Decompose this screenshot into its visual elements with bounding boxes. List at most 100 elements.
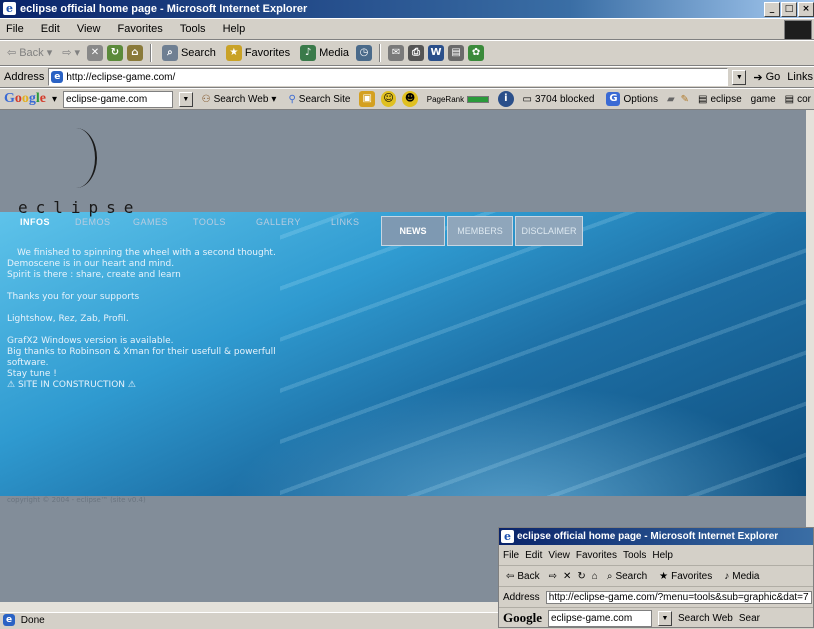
- menu-help[interactable]: Help: [652, 550, 673, 561]
- menu-file[interactable]: File: [503, 550, 519, 561]
- stop-icon[interactable]: ✕: [86, 45, 103, 61]
- nav-infos[interactable]: INFOS: [20, 217, 50, 227]
- close-button[interactable]: ×: [798, 2, 814, 17]
- search-site-button[interactable]: Sear: [739, 613, 760, 624]
- home-icon[interactable]: ⌂: [592, 571, 598, 582]
- pagerank-indicator: PageRank: [424, 95, 492, 104]
- minimize-button[interactable]: _: [764, 2, 780, 17]
- discuss-icon[interactable]: ▤: [448, 45, 465, 61]
- search-button[interactable]: ⌕ Search: [159, 41, 219, 65]
- google-query-dropdown[interactable]: ▼: [658, 610, 672, 626]
- back-label: Back: [517, 570, 540, 582]
- options-button[interactable]: G Options: [603, 92, 660, 106]
- toolbar-separator: [149, 44, 152, 62]
- tab-disclaimer[interactable]: DISCLAIMER: [515, 216, 583, 246]
- menu-tools[interactable]: Tools: [623, 550, 646, 561]
- second-browser-window[interactable]: e eclipse official home page - Microsoft…: [498, 527, 814, 628]
- media-button[interactable]: ♪ Media: [721, 571, 762, 582]
- refresh-icon[interactable]: ↻: [577, 571, 585, 582]
- tab-news[interactable]: NEWS: [381, 216, 445, 246]
- window-title: eclipse official home page - Microsoft I…: [20, 3, 308, 15]
- address-input[interactable]: e http://eclipse-game.com/: [48, 68, 729, 86]
- warning-icon: ⚠: [127, 380, 136, 390]
- maximize-button[interactable]: □: [781, 2, 797, 17]
- favorites-button[interactable]: ★ Favorites: [223, 41, 293, 65]
- nav-gallery[interactable]: GALLERY: [256, 217, 301, 227]
- binoculars-icon: ⚇: [201, 93, 211, 105]
- address-url[interactable]: http://eclipse-game.com/?menu=tools&sub=…: [545, 590, 812, 604]
- google-search-input[interactable]: eclipse-game.com: [548, 609, 652, 627]
- go-button[interactable]: ➔ Go: [750, 71, 783, 84]
- smiley-icon[interactable]: ☺: [380, 91, 397, 107]
- refresh-icon[interactable]: ↻: [106, 45, 123, 61]
- google-search-input[interactable]: eclipse-game.com: [63, 90, 174, 108]
- forward-button[interactable]: ⇨ ▾: [59, 41, 83, 65]
- popup-blocker-button[interactable]: ▭ 3704 blocked: [520, 94, 598, 105]
- messenger-icon[interactable]: ✿: [468, 45, 485, 61]
- second-window-google-toolbar: Google eclipse-game.com ▼ Search Web Sea…: [499, 608, 813, 627]
- forward-arrow-icon[interactable]: ⇨: [549, 571, 557, 582]
- standard-toolbar: ⇦ Back ▾ ⇨ ▾ ✕ ↻ ⌂ ⌕ Search ★ Favorites …: [0, 40, 814, 66]
- stop-icon[interactable]: ✕: [563, 571, 571, 582]
- google-logo[interactable]: Google: [4, 90, 46, 108]
- links-button[interactable]: Links: [787, 71, 813, 83]
- favorites-icon: ★: [225, 45, 242, 61]
- media-label: Media: [732, 570, 760, 582]
- nav-tools[interactable]: TOOLS: [193, 217, 226, 227]
- word-find-game-label[interactable]: game: [751, 94, 776, 105]
- google-toolbar: Google ▾ eclipse-game.com ▼ ⚇ Search Web…: [0, 88, 814, 110]
- menu-edit[interactable]: Edit: [525, 550, 542, 561]
- tab-members[interactable]: MEMBERS: [447, 216, 513, 246]
- second-window-title-bar[interactable]: e eclipse official home page - Microsoft…: [499, 528, 813, 545]
- menu-tools[interactable]: Tools: [180, 23, 206, 35]
- menu-file[interactable]: File: [6, 23, 24, 35]
- menu-favorites[interactable]: Favorites: [118, 23, 163, 35]
- address-dropdown-button[interactable]: ▼: [732, 69, 747, 85]
- windows-flag-icon: [784, 20, 812, 39]
- search-web-button[interactable]: Search Web: [678, 613, 733, 624]
- i-feel-lucky-icon[interactable]: ☻: [402, 91, 418, 107]
- folder-icon[interactable]: ▰: [667, 94, 675, 105]
- word-find-eclipse[interactable]: ▤ eclipse: [695, 94, 745, 105]
- construction-text: SITE IN CONSTRUCTION: [17, 380, 126, 390]
- dropdown-icon: ▾: [46, 47, 53, 59]
- back-button[interactable]: ⇦ Back: [503, 571, 543, 582]
- menu-favorites[interactable]: Favorites: [576, 550, 617, 561]
- news-line: Big thanks to Robinson & Xman for their …: [7, 347, 276, 368]
- menu-edit[interactable]: Edit: [41, 23, 60, 35]
- nav-games[interactable]: GAMES: [133, 217, 168, 227]
- dropdown-icon: ▾: [74, 47, 80, 59]
- home-icon[interactable]: ⌂: [126, 45, 143, 61]
- media-button[interactable]: ♪ Media: [297, 41, 352, 65]
- toolbar-separator: [379, 44, 382, 62]
- edit-word-icon[interactable]: W: [428, 45, 445, 61]
- history-icon[interactable]: ◷: [356, 45, 373, 61]
- go-label: Go: [765, 71, 781, 83]
- google-logo[interactable]: Google: [503, 609, 542, 627]
- print-icon[interactable]: ⎙: [408, 45, 425, 61]
- mail-icon[interactable]: ✉: [388, 45, 405, 61]
- search-button[interactable]: ⌕ Search: [604, 571, 650, 582]
- word-find-cor[interactable]: ▤ cor: [782, 94, 814, 105]
- pagerank-label: PageRank: [426, 94, 465, 104]
- nav-links[interactable]: LINKS: [331, 217, 360, 227]
- favorites-button[interactable]: ★ Favorites: [656, 571, 715, 582]
- media-icon: ♪: [300, 45, 317, 61]
- search-web-button[interactable]: ⚇ Search Web ▾: [199, 94, 280, 105]
- second-window-menu-bar: File Edit View Favorites Tools Help: [499, 545, 813, 566]
- dropdown-icon: ▾: [271, 93, 277, 105]
- menu-view[interactable]: View: [548, 550, 570, 561]
- highlighter-icon[interactable]: ✎: [681, 94, 689, 105]
- google-menu-dropdown-icon[interactable]: ▾: [52, 94, 57, 105]
- menu-help[interactable]: Help: [223, 23, 246, 35]
- back-button[interactable]: ⇦ Back ▾: [4, 41, 55, 65]
- google-query-dropdown[interactable]: ▼: [179, 91, 193, 107]
- news-icon[interactable]: ▣: [359, 91, 375, 107]
- favorites-label: Favorites: [244, 47, 291, 59]
- copyright-text: copyright © 2004 - eclipse™ (site v0.4): [7, 496, 146, 504]
- back-arrow-icon: ⇦: [506, 570, 515, 582]
- search-site-button[interactable]: ⚲ Search Site: [285, 94, 353, 105]
- menu-view[interactable]: View: [77, 23, 101, 35]
- info-icon[interactable]: i: [498, 91, 514, 107]
- nav-demos[interactable]: DEMOS: [75, 217, 111, 227]
